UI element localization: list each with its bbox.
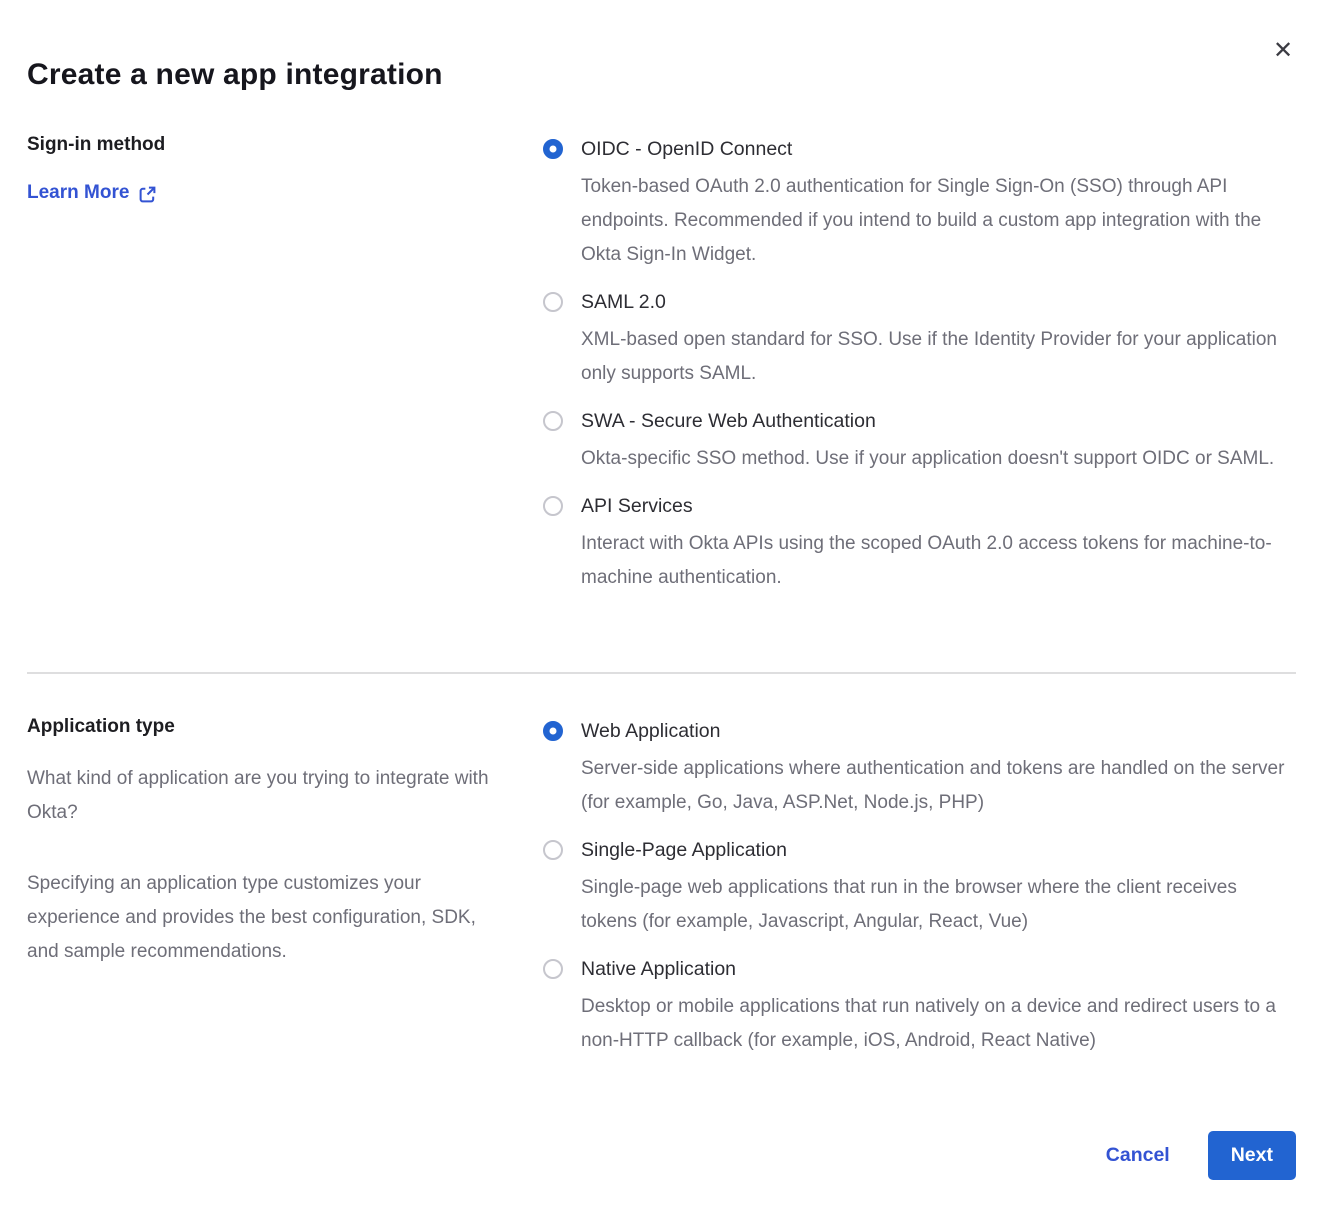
radio-option-text: OIDC - OpenID Connect Token-based OAuth … [581,136,1295,272]
signin-method-left-column: Sign-in method Learn More [27,134,543,612]
learn-more-link[interactable]: Learn More [27,182,157,204]
radio-option-description: Token-based OAuth 2.0 authentication for… [581,170,1295,272]
radio-option-text: SAML 2.0 XML-based open standard for SSO… [581,289,1295,391]
signin-method-section: Sign-in method Learn More OIDC - OpenID … [27,134,1296,612]
application-type-section: Application type What kind of applicatio… [27,716,1296,1075]
radio-option[interactable]: API Services Interact with Okta APIs usi… [543,493,1296,595]
radio-option[interactable]: Single-Page Application Single-page web … [543,837,1296,939]
radio-option-label: Native Application [581,956,1295,983]
radio-option-description: Server-side applications where authentic… [581,752,1295,820]
dialog-footer: Cancel Next [27,1131,1296,1180]
external-link-icon [138,185,157,204]
radio-option-label: Web Application [581,718,1295,745]
radio-option-description: XML-based open standard for SSO. Use if … [581,323,1295,391]
radio-option-label: SAML 2.0 [581,289,1295,316]
learn-more-label: Learn More [27,182,129,204]
application-type-options: Web Application Server-side applications… [543,716,1296,1075]
application-type-left-column: Application type What kind of applicatio… [27,716,543,1075]
radio-option-label: OIDC - OpenID Connect [581,136,1295,163]
application-type-question: What kind of application are you trying … [27,762,507,830]
radio-option-description: Interact with Okta APIs using the scoped… [581,527,1295,595]
radio-button-icon[interactable] [543,292,563,312]
radio-button-icon[interactable] [543,139,563,159]
radio-option-label: SWA - Secure Web Authentication [581,408,1274,435]
radio-option-description: Desktop or mobile applications that run … [581,990,1295,1058]
radio-option[interactable]: Web Application Server-side applications… [543,718,1296,820]
section-divider [27,672,1296,674]
dialog-title: Create a new app integration [27,58,1296,92]
radio-option-description: Single-page web applications that run in… [581,871,1295,939]
close-button[interactable]: ✕ [1268,36,1298,66]
radio-button-icon[interactable] [543,721,563,741]
radio-option-text: SWA - Secure Web Authentication Okta-spe… [581,408,1274,476]
close-icon: ✕ [1273,37,1293,64]
radio-option-description: Okta-specific SSO method. Use if your ap… [581,442,1274,476]
radio-option[interactable]: Native Application Desktop or mobile app… [543,956,1296,1058]
radio-button-icon[interactable] [543,411,563,431]
radio-option[interactable]: SAML 2.0 XML-based open standard for SSO… [543,289,1296,391]
radio-button-icon[interactable] [543,959,563,979]
radio-option-text: Web Application Server-side applications… [581,718,1295,820]
radio-option-text: Single-Page Application Single-page web … [581,837,1295,939]
radio-option-text: Native Application Desktop or mobile app… [581,956,1295,1058]
application-type-help-text: Specifying an application type customize… [27,867,507,969]
radio-option[interactable]: SWA - Secure Web Authentication Okta-spe… [543,408,1296,476]
signin-method-label: Sign-in method [27,134,543,156]
radio-option-text: API Services Interact with Okta APIs usi… [581,493,1295,595]
application-type-label: Application type [27,716,543,738]
next-button[interactable]: Next [1208,1131,1296,1180]
radio-option-label: Single-Page Application [581,837,1295,864]
radio-button-icon[interactable] [543,840,563,860]
radio-option[interactable]: OIDC - OpenID Connect Token-based OAuth … [543,136,1296,272]
cancel-button[interactable]: Cancel [1106,1144,1170,1167]
signin-method-options: OIDC - OpenID Connect Token-based OAuth … [543,134,1296,612]
create-app-integration-dialog: ✕ Create a new app integration Sign-in m… [0,0,1332,1210]
radio-button-icon[interactable] [543,496,563,516]
radio-option-label: API Services [581,493,1295,520]
